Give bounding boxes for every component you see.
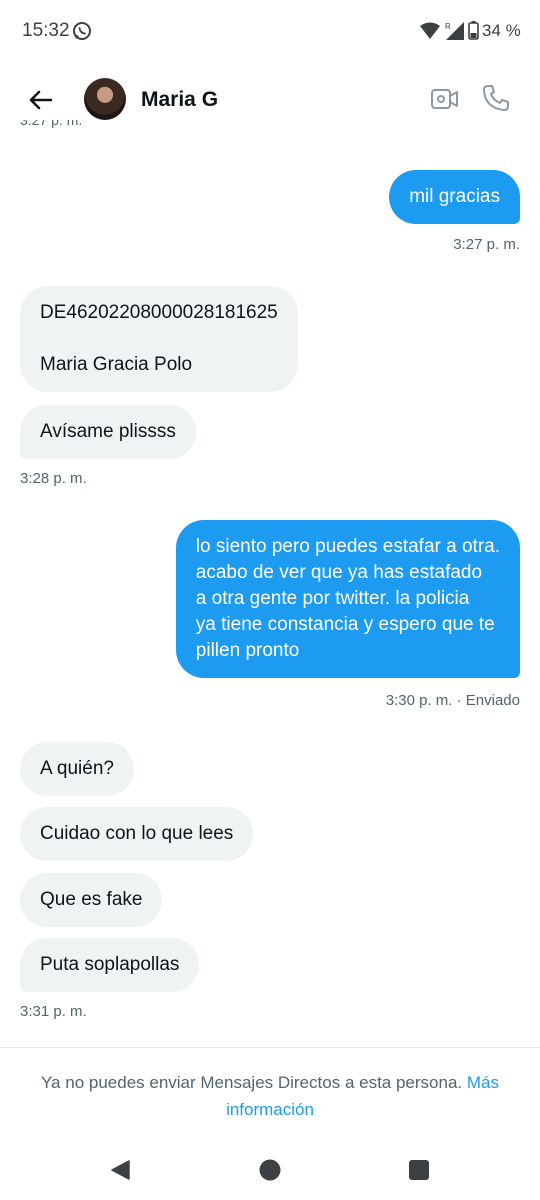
battery-percentage: 34 % xyxy=(482,21,521,40)
roaming-mark: R xyxy=(445,22,451,31)
message-bubble-sent[interactable]: lo siento pero puedes estafar a otra. ac… xyxy=(175,520,520,678)
message-bubble-received[interactable]: A quién? xyxy=(20,742,134,796)
video-icon[interactable] xyxy=(430,84,460,114)
contact-name[interactable]: Maria G xyxy=(141,88,218,112)
message-bubble-received[interactable]: DE46202208000028181625 Maria Gracia Polo xyxy=(20,286,298,392)
nav-home-icon[interactable] xyxy=(258,1158,282,1182)
phone-icon[interactable] xyxy=(481,83,511,113)
message-timestamp: 3:31 p. m. xyxy=(20,1003,87,1020)
back-arrow-icon[interactable] xyxy=(24,84,56,116)
divider xyxy=(0,1047,540,1048)
notice-text: Ya no puedes enviar Mensajes Directos a … xyxy=(40,1073,463,1092)
timestamp-partial: 3:27 p. m. xyxy=(20,120,83,128)
wifi-icon xyxy=(420,22,440,39)
message-bubble-received[interactable]: Avísame plissss xyxy=(20,405,196,459)
nav-recents-icon[interactable] xyxy=(408,1159,430,1181)
status-time: 15:32 xyxy=(22,20,70,41)
signal-icon: R xyxy=(445,22,464,40)
message-bubble-received[interactable]: Puta soplapollas xyxy=(20,938,200,992)
battery-icon xyxy=(468,21,479,40)
message-timestamp: 3:28 p. m. xyxy=(20,470,87,487)
message-timestamp: 3:30 p. m. · Enviado xyxy=(385,692,520,709)
whatsapp-icon xyxy=(73,22,91,40)
message-bubble-received[interactable]: Cuidao con lo que lees xyxy=(20,807,254,861)
dm-disabled-notice: Ya no puedes enviar Mensajes Directos a … xyxy=(20,1069,520,1123)
avatar[interactable] xyxy=(84,78,126,120)
status-bar: 15:32 R 34 % xyxy=(0,0,540,64)
message-timestamp: 3:27 p. m. xyxy=(453,236,520,253)
nav-back-icon[interactable] xyxy=(109,1158,133,1182)
message-bubble-received[interactable]: Que es fake xyxy=(20,873,163,927)
system-nav-bar xyxy=(0,1140,540,1200)
message-bubble-sent[interactable]: mil gracias xyxy=(389,170,520,224)
